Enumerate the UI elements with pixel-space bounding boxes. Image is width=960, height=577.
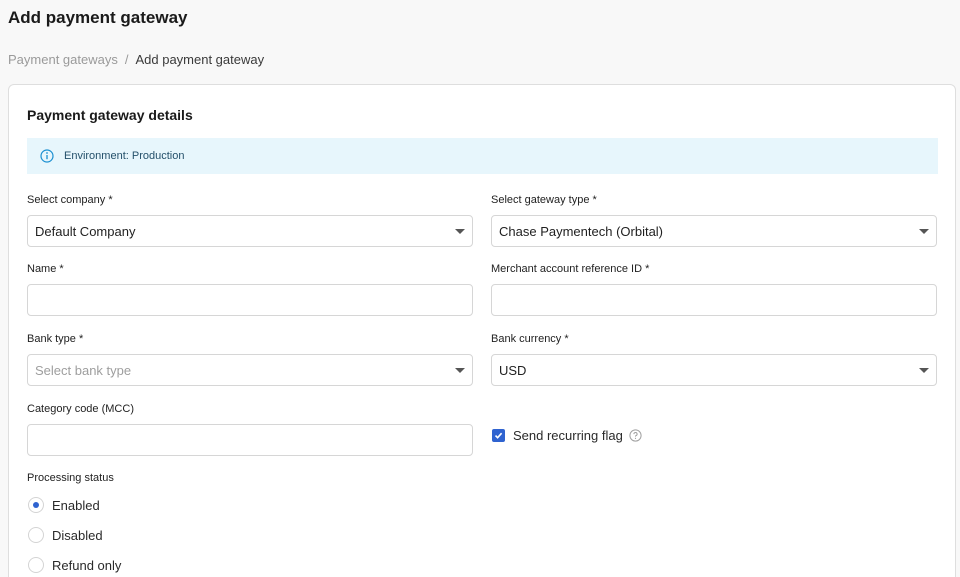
company-select[interactable]: Default Company (27, 215, 473, 247)
bank-type-label: Bank type * (27, 333, 84, 345)
category-code-label: Category code (MCC) (27, 403, 134, 415)
info-icon (40, 149, 54, 163)
chevron-down-icon (919, 368, 929, 373)
breadcrumb-payment-gateways-link[interactable]: Payment gateways (8, 52, 118, 67)
merchant-ref-label: Merchant account reference ID * (491, 263, 650, 275)
category-code-input[interactable] (27, 424, 473, 456)
bank-type-placeholder: Select bank type (35, 362, 132, 378)
bank-currency-value: USD (499, 362, 527, 378)
radio-refund-only[interactable] (28, 557, 44, 573)
radio-disabled-row[interactable]: Disabled (28, 527, 103, 543)
bank-currency-select[interactable]: USD (491, 354, 937, 386)
bank-type-field: Bank type * Select bank type (27, 332, 473, 386)
name-label: Name * (27, 263, 64, 275)
category-code-field: Category code (MCC) (27, 402, 473, 456)
recurring-flag-row: Send recurring flag (492, 428, 642, 443)
name-field: Name * (27, 262, 473, 316)
question-circle-icon[interactable] (629, 429, 642, 442)
page-title: Add payment gateway (8, 8, 188, 27)
radio-selected-dot (33, 502, 39, 508)
radio-refund-only-label: Refund only (52, 557, 122, 573)
card-title: Payment gateway details (27, 107, 193, 123)
radio-enabled-label: Enabled (52, 497, 100, 513)
breadcrumb: Payment gateways / Add payment gateway (8, 52, 264, 67)
processing-status-label: Processing status (27, 472, 114, 484)
chevron-down-icon (919, 229, 929, 234)
bank-currency-label: Bank currency * (491, 333, 569, 345)
merchant-ref-field: Merchant account reference ID * (491, 262, 937, 316)
radio-refund-only-row[interactable]: Refund only (28, 557, 121, 573)
chevron-down-icon (455, 229, 465, 234)
gateway-type-field: Select gateway type * Chase Paymentech (… (491, 193, 937, 247)
company-field: Select company * Default Company (27, 193, 473, 247)
merchant-ref-input[interactable] (491, 284, 937, 316)
gateway-type-label: Select gateway type * (491, 194, 597, 206)
environment-text: Environment: Production (64, 150, 185, 162)
recurring-flag-label: Send recurring flag (513, 428, 623, 443)
payment-gateway-details-card: Payment gateway details Environment: Pro… (8, 84, 956, 577)
name-input[interactable] (27, 284, 473, 316)
radio-enabled-row[interactable]: Enabled (28, 497, 100, 513)
bank-type-select[interactable]: Select bank type (27, 354, 473, 386)
recurring-flag-checkbox[interactable] (492, 429, 505, 442)
environment-banner: Environment: Production (27, 138, 938, 174)
breadcrumb-separator: / (124, 52, 129, 67)
company-value: Default Company (35, 223, 136, 239)
radio-enabled[interactable] (28, 497, 44, 513)
company-label: Select company * (27, 194, 113, 206)
bank-currency-field: Bank currency * USD (491, 332, 937, 386)
chevron-down-icon (455, 368, 465, 373)
check-icon (494, 432, 503, 439)
radio-disabled[interactable] (28, 527, 44, 543)
gateway-type-value: Chase Paymentech (Orbital) (499, 223, 664, 239)
gateway-type-select[interactable]: Chase Paymentech (Orbital) (491, 215, 937, 247)
breadcrumb-current: Add payment gateway (135, 52, 265, 67)
radio-disabled-label: Disabled (52, 527, 103, 543)
